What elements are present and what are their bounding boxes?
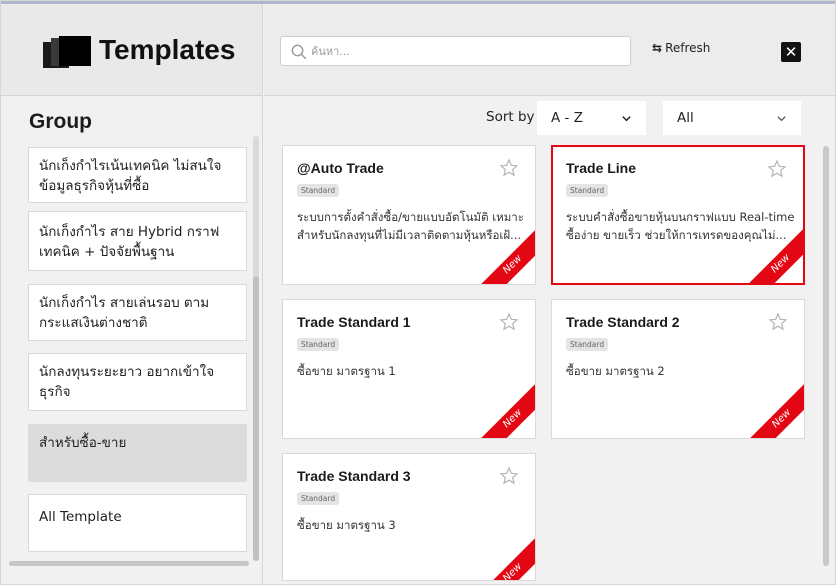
card-description: ระบบการตั้งคำสั่งซื้อ/ขายแบบอัตโนมัติ เห… xyxy=(297,210,524,242)
filter-value: All xyxy=(677,110,694,126)
chevron-down-icon xyxy=(777,115,786,121)
card-title: Trade Standard 2 xyxy=(566,314,680,330)
page-title: Templates xyxy=(99,34,236,65)
search-box[interactable] xyxy=(280,36,631,66)
refresh-button[interactable]: ⇆ Refresh xyxy=(652,41,710,55)
template-card-trade-standard-3[interactable]: Trade Standard 3 Standard ซื้อขาย มาตรฐา… xyxy=(282,453,536,581)
group-item-label: All Template xyxy=(39,509,122,525)
sort-value: A - Z xyxy=(551,110,583,126)
card-badge: Standard xyxy=(566,184,609,197)
template-card-auto-trade[interactable]: @Auto Trade Standard ระบบการตั้งคำสั่งซื… xyxy=(282,145,536,285)
sort-label: Sort by xyxy=(486,109,535,125)
right-header: ⇆ Refresh ✕ xyxy=(264,4,835,96)
card-title: Trade Line xyxy=(566,160,637,176)
search-input[interactable] xyxy=(311,41,621,61)
group-item-label: นักเก็งกำไร สายเล่นรอบ ตามกระแสเงินต่างช… xyxy=(39,295,210,331)
template-card-trade-standard-1[interactable]: Trade Standard 1 Standard ซื้อขาย มาตรฐา… xyxy=(282,299,536,439)
group-item-hybrid[interactable]: นักเก็งกำไร สาย Hybrid กราฟเทคนิค + ปัจจ… xyxy=(28,211,247,271)
template-card-trade-standard-2[interactable]: Trade Standard 2 Standard ซื้อขาย มาตรฐา… xyxy=(551,299,805,439)
star-icon[interactable] xyxy=(768,312,788,332)
group-item-foreign-flow[interactable]: นักเก็งกำไร สายเล่นรอบ ตามกระแสเงินต่างช… xyxy=(28,284,247,341)
star-icon[interactable] xyxy=(767,159,787,179)
group-item-label: นักเก็งกำไร สาย Hybrid กราฟเทคนิค + ปัจจ… xyxy=(39,224,220,260)
chevron-down-icon xyxy=(622,115,631,121)
group-horizontal-scrollbar[interactable] xyxy=(9,561,249,566)
group-item-label: นักลงทุนระยะยาว อยากเข้าใจธุรกิจ xyxy=(39,364,215,400)
group-title: Group xyxy=(29,110,92,133)
refresh-label: Refresh xyxy=(665,41,711,55)
group-panel: Group นักเก็งกำไรเน้นเทคนิค ไม่สนใจข้อมู… xyxy=(1,96,263,584)
templates-logo-icon xyxy=(43,36,93,70)
group-item-all-template[interactable]: All Template xyxy=(28,494,247,552)
card-badge: Standard xyxy=(566,338,609,351)
card-badge: Standard xyxy=(297,184,340,197)
new-ribbon: New xyxy=(472,378,535,438)
left-header: Templates xyxy=(1,4,263,96)
card-title: @Auto Trade xyxy=(297,160,384,176)
star-icon[interactable] xyxy=(499,158,519,178)
card-description: ซื้อขาย มาตรฐาน 1 xyxy=(297,364,396,378)
template-card-trade-line[interactable]: Trade Line Standard ระบบคำสั่งซื้อขายหุ้… xyxy=(551,145,805,285)
star-icon[interactable] xyxy=(499,466,519,486)
close-icon: ✕ xyxy=(784,43,798,61)
card-title: Trade Standard 1 xyxy=(297,314,411,330)
templates-scrollbar[interactable] xyxy=(823,146,829,566)
card-badge: Standard xyxy=(297,492,340,505)
card-description: ระบบคำสั่งซื้อขายหุ้นบนกราฟแบบ Real-time… xyxy=(566,210,795,242)
templates-panel: Sort by A - Z All @Auto Trade Standard ร… xyxy=(264,96,835,584)
refresh-icon: ⇆ xyxy=(652,41,663,55)
star-icon[interactable] xyxy=(499,312,519,332)
group-item-label: สำหรับซื้อ-ขาย xyxy=(39,435,127,451)
new-ribbon: New xyxy=(741,378,804,438)
card-title: Trade Standard 3 xyxy=(297,468,411,484)
templates-window: Templates Group นักเก็งกำไรเน้นเทคนิค ไม… xyxy=(0,0,836,585)
close-button[interactable]: ✕ xyxy=(781,42,801,62)
filter-select[interactable]: All xyxy=(663,101,801,135)
card-badge: Standard xyxy=(297,338,340,351)
group-item-buy-sell[interactable]: สำหรับซื้อ-ขาย xyxy=(28,424,247,482)
sort-select[interactable]: A - Z xyxy=(537,101,646,135)
card-description: ซื้อขาย มาตรฐาน 3 xyxy=(297,518,396,532)
new-ribbon: New xyxy=(472,532,535,580)
group-item-technical[interactable]: นักเก็งกำไรเน้นเทคนิค ไม่สนใจข้อมูลธุรกิ… xyxy=(28,147,247,203)
group-scrollbar[interactable] xyxy=(253,136,259,561)
group-scrollbar-thumb[interactable] xyxy=(253,276,259,561)
group-item-long-term[interactable]: นักลงทุนระยะยาว อยากเข้าใจธุรกิจ xyxy=(28,353,247,411)
search-icon xyxy=(291,44,307,60)
group-item-label: นักเก็งกำไรเน้นเทคนิค ไม่สนใจข้อมูลธุรกิ… xyxy=(39,158,222,194)
card-description: ซื้อขาย มาตรฐาน 2 xyxy=(566,364,665,378)
